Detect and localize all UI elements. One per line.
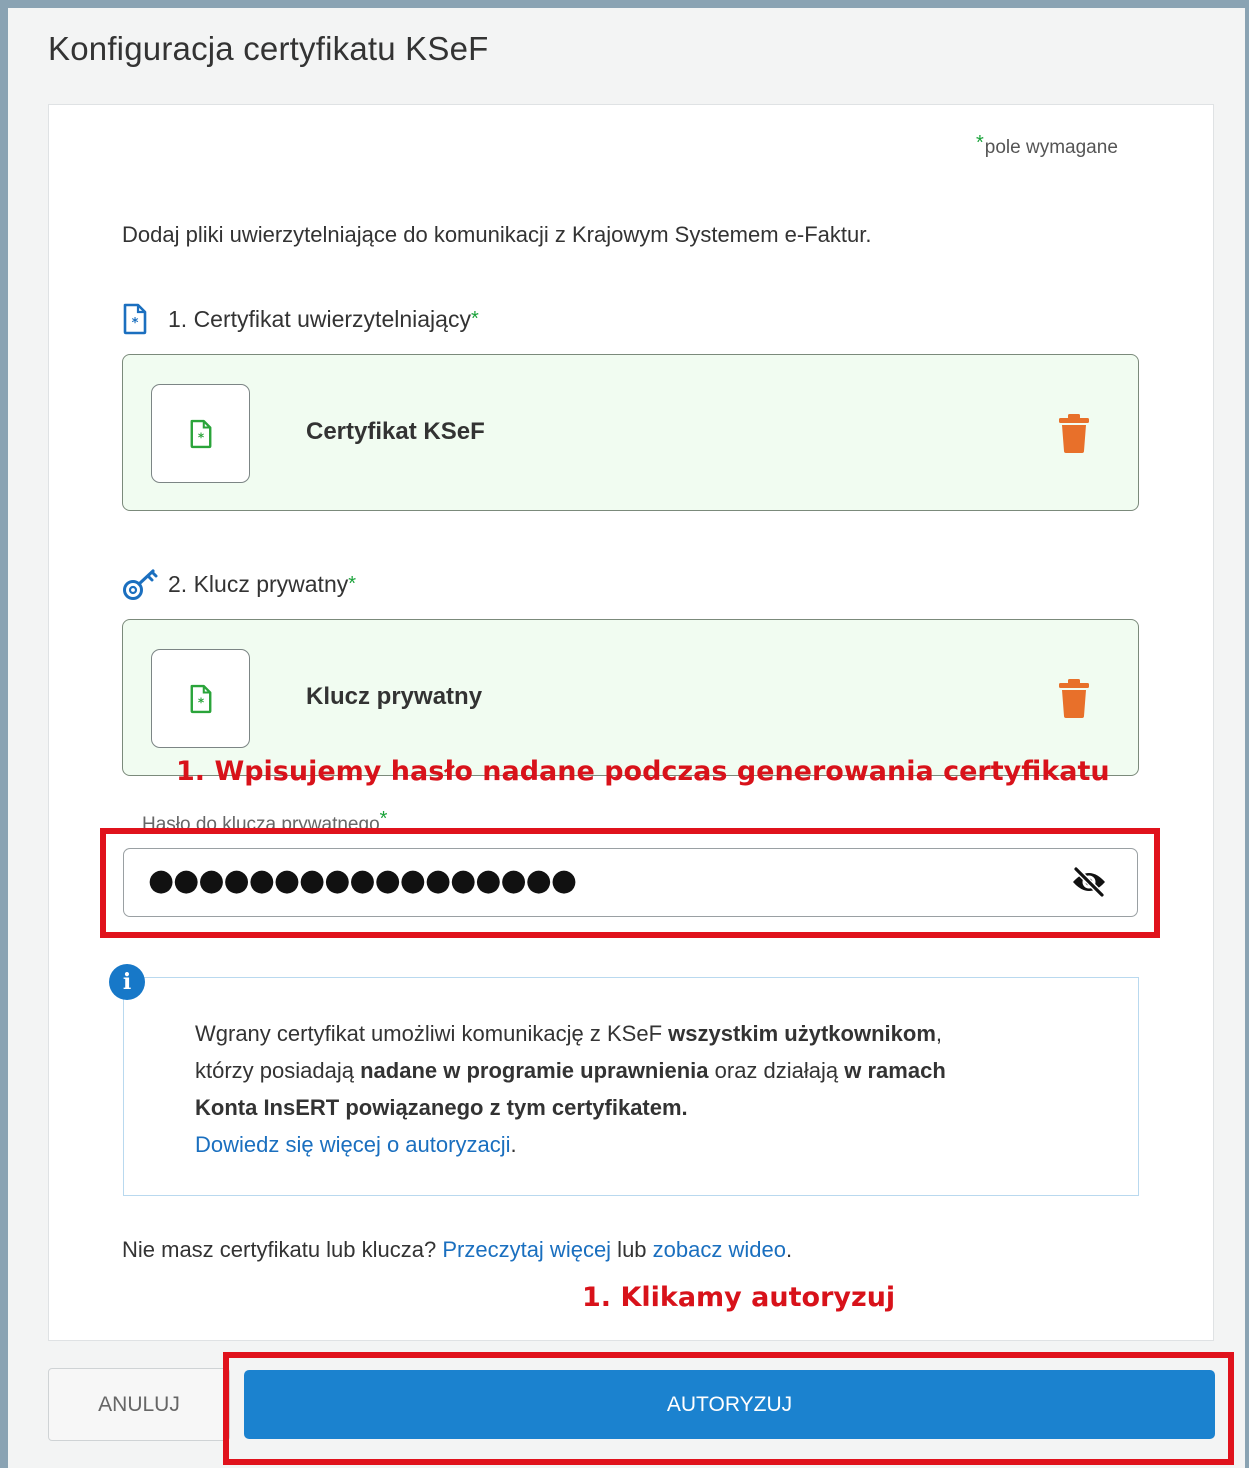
info-bold-permissions: nadane w programie uprawnienia xyxy=(360,1058,709,1083)
private-key-file-thumbnail[interactable]: * xyxy=(151,649,250,748)
certificate-file-name: Certyfikat KSeF xyxy=(306,418,485,445)
certificate-required-star: * xyxy=(470,307,479,330)
cancel-button[interactable]: ANULUJ xyxy=(48,1368,230,1441)
trash-icon[interactable] xyxy=(1059,678,1089,718)
missing-certificate-note: Nie masz certyfikatu lub klucza? Przeczy… xyxy=(122,1237,792,1263)
authorize-highlight-box xyxy=(223,1352,1234,1465)
private-key-file-icon: * xyxy=(190,684,211,713)
private-key-file-card: * Klucz prywatny xyxy=(122,619,1139,776)
private-key-required-star: * xyxy=(348,572,357,595)
password-required-star: * xyxy=(379,808,388,830)
svg-text:*: * xyxy=(197,430,204,444)
dialog-title: Konfiguracja certyfikatu KSeF xyxy=(48,30,489,67)
required-fields-note: *pole wymagane xyxy=(976,132,1118,159)
certificate-heading-text: 1. Certyfikat uwierzytelniający xyxy=(168,305,471,332)
svg-text:*: * xyxy=(197,695,204,709)
trash-icon[interactable] xyxy=(1059,413,1089,453)
info-text-segment: , xyxy=(935,1021,943,1046)
info-icon: i xyxy=(109,964,145,1000)
private-key-file-name: Klucz prywatny xyxy=(306,683,483,710)
svg-text:*: * xyxy=(132,316,139,331)
watch-video-link[interactable]: zobacz wideo xyxy=(653,1237,786,1262)
intro-text: Dodaj pliki uwierzytelniające do komunik… xyxy=(122,222,872,247)
certificate-file-icon: * xyxy=(122,303,168,335)
read-more-link[interactable]: Przeczytaj więcej xyxy=(442,1237,611,1262)
info-bold-within: w ramach xyxy=(844,1058,946,1083)
required-star: * xyxy=(976,132,984,154)
password-highlight-box xyxy=(100,828,1160,938)
certificate-section-heading: * 1. Certyfikat uwierzytelniający * xyxy=(122,303,479,335)
note-text-segment: lub xyxy=(611,1237,653,1262)
info-text-segment: Wgrany certyfikat umożliwi komunikację z… xyxy=(195,1021,669,1046)
certificate-file-icon: * xyxy=(190,419,211,448)
info-text: Wgrany certyfikat umożliwi komunikację z… xyxy=(195,1015,1095,1163)
private-key-section-heading: 2. Klucz prywatny * xyxy=(122,567,356,601)
info-text-segment: . xyxy=(510,1132,517,1157)
certificate-file-card: * Certyfikat KSeF xyxy=(122,354,1139,511)
info-text-segment: oraz działają xyxy=(708,1058,845,1083)
private-key-heading-text: 2. Klucz prywatny xyxy=(168,570,349,597)
info-text-segment: którzy posiadają xyxy=(195,1058,361,1083)
learn-more-authorization-link[interactable]: Dowiedz się więcej o autoryzacji xyxy=(195,1132,510,1157)
certificate-file-thumbnail[interactable]: * xyxy=(151,384,250,483)
note-text-segment: Nie masz certyfikatu lub klucza? xyxy=(122,1237,443,1262)
authorize-hint-annotation: 1. Klikamy autoryzuj xyxy=(582,1282,896,1313)
note-text-segment: . xyxy=(785,1237,793,1262)
info-bold-users: wszystkim użytkownikom xyxy=(668,1021,936,1046)
required-note-text: pole wymagane xyxy=(984,137,1118,158)
info-bold-account: Konta InsERT powiązanego z tym certyfika… xyxy=(195,1095,688,1120)
key-icon xyxy=(122,567,168,601)
password-hint-annotation: 1. Wpisujemy hasło nadane podczas genero… xyxy=(176,756,1110,787)
